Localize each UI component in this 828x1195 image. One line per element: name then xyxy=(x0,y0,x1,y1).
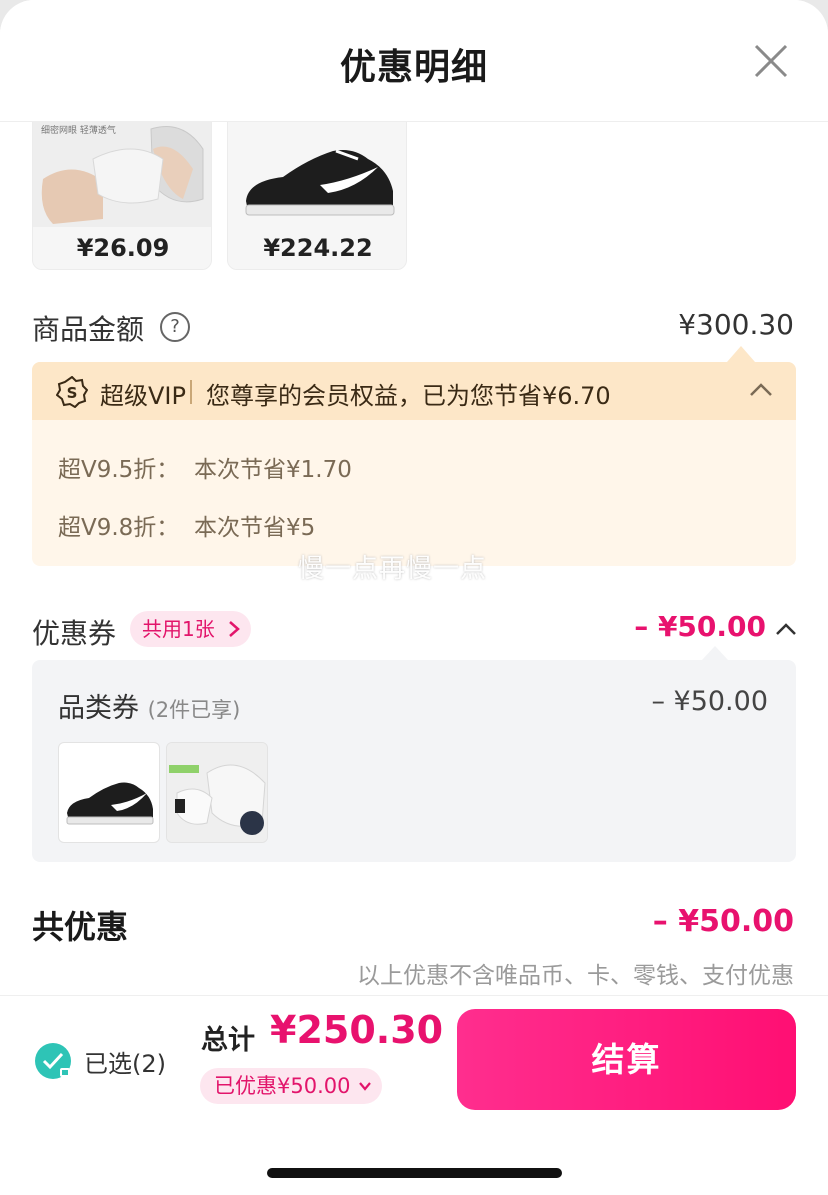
vip-badge-icon: S xyxy=(56,376,88,408)
vip-discount-value: 本次节省¥1.70 xyxy=(194,457,352,483)
goods-amount-value: ¥300.30 xyxy=(678,308,794,341)
svg-text:细密网眼 轻薄透气: 细密网眼 轻薄透气 xyxy=(41,124,116,136)
vip-discount-line: 超V9.5折： 本次节省¥1.70 xyxy=(58,450,352,484)
page-title: 优惠明细 xyxy=(339,47,488,88)
vip-discount-line: 超V9.8折： 本次节省¥5 xyxy=(58,508,315,542)
coupon-product-thumb-socks xyxy=(166,742,268,843)
chevron-right-icon xyxy=(228,621,240,637)
discount-detail-sheet: 细密网眼 轻薄透气 ¥26.09 ¥224.22 优惠明细 商品金额 ? ¥30… xyxy=(0,0,828,1195)
total-discount-label: 共优惠 xyxy=(32,908,129,946)
close-icon xyxy=(754,44,788,78)
vip-benefits-header[interactable]: S 超级VIP 您尊享的会员权益，已为您节省¥6.70 xyxy=(32,362,796,420)
sheet-header: 优惠明细 xyxy=(0,0,828,122)
vip-divider xyxy=(190,380,192,404)
chevron-down-icon xyxy=(359,1082,372,1091)
category-coupon-amount: – ¥50.00 xyxy=(651,686,768,717)
select-all-check-icon[interactable] xyxy=(34,1042,72,1080)
home-indicator xyxy=(267,1168,562,1178)
checkout-button[interactable]: 结算 xyxy=(457,1009,796,1110)
chevron-up-icon[interactable] xyxy=(748,380,774,400)
svg-text:S: S xyxy=(67,384,78,402)
chevron-up-icon[interactable] xyxy=(774,620,798,638)
sneaker-thumb-image xyxy=(66,782,154,825)
coupon-count-chip[interactable]: 共用1张 xyxy=(130,611,251,647)
category-coupon-name: 品类券 xyxy=(58,693,139,724)
total-label: 总计 xyxy=(201,1025,255,1056)
product-price-socks: ¥26.09 xyxy=(33,227,211,269)
checkout-footer: 已选(2) 总计 ¥250.30 已优惠¥50.00 结算 xyxy=(0,995,828,1195)
vip-summary: 您尊享的会员权益，已为您节省¥6.70 xyxy=(206,382,611,410)
close-button[interactable] xyxy=(750,40,792,82)
category-coupon-label: 品类券 (2件已享) xyxy=(58,686,240,725)
help-icon[interactable]: ? xyxy=(160,312,190,342)
product-price-sneaker: ¥224.22 xyxy=(228,227,406,269)
total-discount-amount: – ¥50.00 xyxy=(652,904,794,939)
selected-count: 已选(2) xyxy=(84,1050,166,1078)
coupon-box-pointer xyxy=(702,646,728,660)
coupon-amount: – ¥50.00 xyxy=(634,610,766,643)
category-coupon-count: (2件已享) xyxy=(147,698,241,722)
total-price: ¥250.30 xyxy=(270,1008,444,1052)
coupon-detail-panel: 品类券 (2件已享) – ¥50.00 xyxy=(32,660,796,862)
coupon-label: 优惠券 xyxy=(32,617,117,650)
vip-brand-label: 超级VIP xyxy=(100,382,186,410)
watermark-text: 慢一点再慢一点 xyxy=(298,554,488,584)
coupon-count-text: 共用1张 xyxy=(142,617,215,641)
vip-box-pointer xyxy=(727,346,755,362)
vip-discount-key: 超V9.5折： xyxy=(58,457,180,483)
saved-amount-text: 已优惠¥50.00 xyxy=(214,1074,351,1098)
total-discount-note: 以上优惠不含唯品币、卡、零钱、支付优惠 xyxy=(357,963,794,989)
saved-amount-chip[interactable]: 已优惠¥50.00 xyxy=(200,1068,383,1104)
vip-discount-value: 本次节省¥5 xyxy=(194,515,316,541)
socks-thumb-image xyxy=(167,743,267,842)
coupon-product-thumb-sneaker xyxy=(58,742,160,843)
goods-amount-label: 商品金额 xyxy=(32,313,145,346)
vip-discount-key: 超V9.8折： xyxy=(58,515,180,541)
